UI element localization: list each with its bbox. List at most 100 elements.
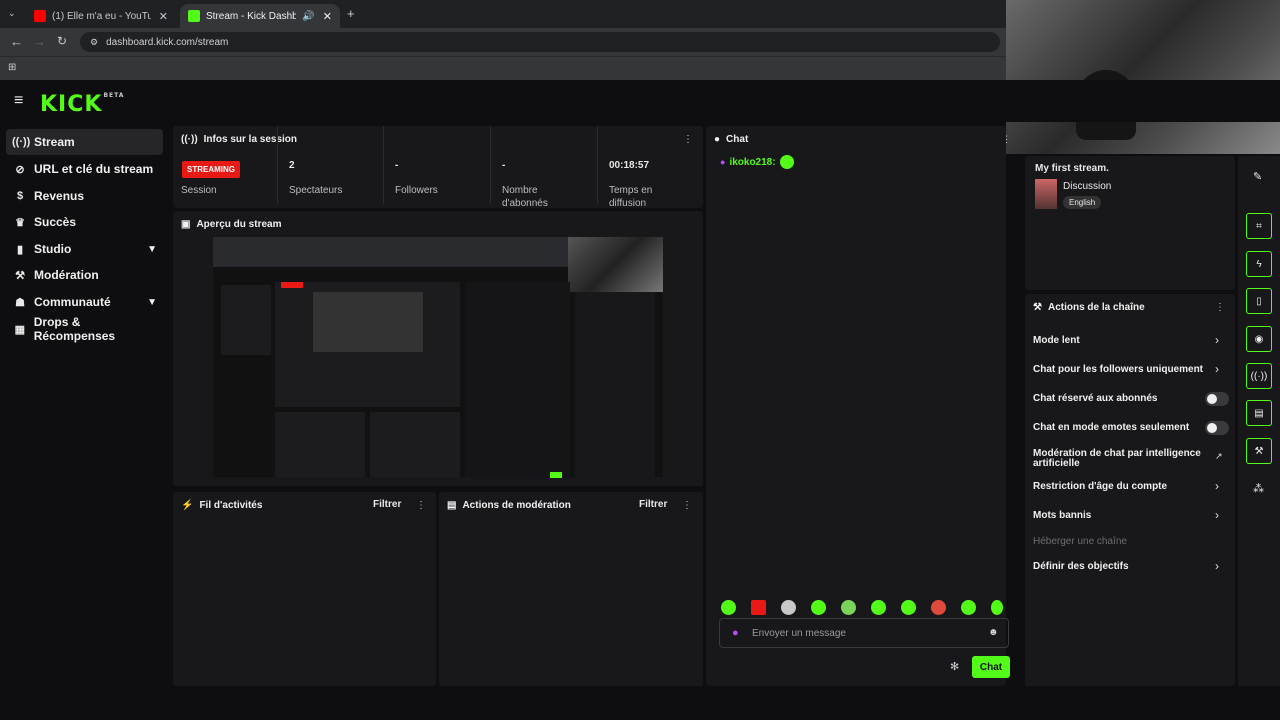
emote-icon[interactable]: [841, 600, 856, 615]
more-options-icon[interactable]: ⋮: [1215, 302, 1225, 313]
sidebar-item-stream[interactable]: ((·)) Stream: [6, 129, 163, 155]
emote-icon[interactable]: [811, 600, 826, 615]
site-info-icon[interactable]: ⚙: [90, 37, 98, 48]
sidebar-item-label: Revenus: [34, 189, 85, 203]
sidebar-item-succes[interactable]: ♛ Succès: [6, 209, 163, 235]
panel-header: ⚒ Actions de la chaîne: [1033, 302, 1145, 313]
studio-icon: ▮: [16, 243, 24, 256]
preview-chat: [465, 282, 570, 478]
sidebar-item-stream-url-key[interactable]: ⊘ URL et clé du stream: [6, 156, 163, 182]
emote-icon[interactable]: [931, 600, 946, 615]
address-bar[interactable]: ⚙ dashboard.kick.com/stream: [80, 32, 1000, 52]
document-icon[interactable]: ▯: [1246, 288, 1272, 314]
emoji-icon[interactable]: ☻: [988, 627, 999, 638]
chat-settings-icon[interactable]: ✻: [950, 660, 959, 673]
language-tag: English: [1063, 196, 1102, 209]
sidebar-item-drops[interactable]: ▦ Drops & Récompenses: [6, 315, 163, 343]
wrench-icon[interactable]: ⚒: [1246, 438, 1272, 464]
new-tab-icon[interactable]: +: [347, 6, 355, 21]
stream-title: My first stream.: [1035, 163, 1109, 174]
sidebar-item-communaute[interactable]: ☗ Communauté ▼: [6, 289, 163, 315]
emote-icon[interactable]: [781, 600, 796, 615]
chevron-right-icon[interactable]: ›: [1215, 479, 1219, 493]
filter-button[interactable]: Filtrer: [639, 499, 667, 510]
trophy-icon: ♛: [15, 216, 25, 229]
list-icon[interactable]: ▤: [1246, 400, 1272, 426]
stream-preview-video[interactable]: [213, 237, 663, 478]
preview-actions: [575, 292, 655, 477]
chat-send-button[interactable]: Chat: [972, 656, 1010, 678]
bookmarks-bar: ⊞: [0, 56, 1006, 80]
chevron-right-icon[interactable]: ›: [1215, 508, 1219, 522]
chevron-right-icon[interactable]: ›: [1215, 559, 1219, 573]
stat-value: -: [395, 160, 399, 171]
reload-icon[interactable]: ↻: [57, 34, 67, 48]
action-age-restriction[interactable]: Restriction d'âge du compte: [1033, 482, 1223, 492]
sidebar-item-studio[interactable]: ▮ Studio ▼: [6, 236, 163, 262]
edit-icon[interactable]: ✎: [1253, 170, 1262, 183]
sidebar-item-label: Succès: [34, 215, 77, 229]
chevron-down-icon: ▼: [147, 296, 157, 308]
action-slow-mode[interactable]: Mode lent: [1033, 336, 1223, 346]
beta-badge: BETA: [103, 92, 125, 99]
bolt-icon: ⚡: [181, 500, 194, 511]
emote-icon[interactable]: [871, 600, 886, 615]
dollar-icon: $: [16, 190, 24, 202]
youtube-icon: [34, 10, 46, 22]
kick-logo[interactable]: KICKBETA: [40, 92, 124, 117]
chat-input[interactable]: ● Envoyer un message ☻: [719, 618, 1009, 648]
category-thumbnail[interactable]: [1035, 179, 1057, 209]
stat-value: 00:18:57: [609, 160, 650, 171]
emote-icon[interactable]: [751, 600, 766, 615]
tab-youtube[interactable]: (1) Elle m'a eu - YouTube ✕: [26, 4, 176, 28]
apps-icon[interactable]: ⊞: [8, 62, 16, 73]
emote-icon[interactable]: [961, 600, 976, 615]
clip-icon[interactable]: ⌗: [1246, 213, 1272, 239]
stream-icon: ((·)): [12, 136, 31, 148]
back-icon[interactable]: ←: [10, 34, 23, 49]
tab-kick-dashboard[interactable]: Stream - Kick Dashboard 🔊 ✕: [180, 4, 340, 28]
close-icon[interactable]: ✕: [323, 10, 332, 23]
dashboard-topbar: [0, 80, 1280, 122]
logo-text: KICK: [40, 92, 103, 117]
stat-subscribers: - Nombre d'abonnés: [491, 126, 598, 209]
sidebar-item-moderation[interactable]: ⚒ Modération: [6, 262, 163, 288]
panel-header: ● Chat: [714, 134, 748, 145]
preview-sidebar: [221, 285, 271, 355]
action-emote-only: Chat en mode emotes seulement: [1033, 422, 1190, 433]
add-action-icon[interactable]: ⁂: [1253, 482, 1264, 495]
preview-chat-send: [550, 472, 562, 478]
emote-icon[interactable]: [721, 600, 736, 615]
action-followers-only[interactable]: Chat pour les followers uniquement: [1033, 365, 1223, 375]
chat-username[interactable]: ikoko218:: [729, 157, 775, 168]
more-options-icon[interactable]: ⋮: [682, 500, 692, 511]
action-set-goals[interactable]: Définir des objectifs: [1033, 562, 1223, 572]
external-link-icon[interactable]: ↗: [1215, 451, 1223, 462]
close-icon[interactable]: ✕: [159, 10, 168, 23]
speaker-icon[interactable]: 🔊: [302, 11, 314, 22]
filter-button[interactable]: Filtrer: [373, 499, 401, 510]
chat-bubble-icon[interactable]: ◉: [1246, 326, 1272, 352]
more-options-icon[interactable]: ⋮: [1002, 134, 1011, 145]
subscribers-only-toggle[interactable]: [1205, 392, 1229, 406]
more-options-icon[interactable]: ⋮: [416, 500, 426, 511]
menu-icon[interactable]: ≡: [14, 92, 23, 110]
sidebar-item-revenus[interactable]: $ Revenus: [6, 183, 163, 209]
emote-only-toggle[interactable]: [1205, 421, 1229, 435]
stream-category[interactable]: Discussion: [1063, 181, 1111, 192]
chevron-right-icon[interactable]: ›: [1215, 333, 1219, 347]
address-row: ← → ↻ ⚙ dashboard.kick.com/stream: [0, 28, 1006, 56]
tab-label: Stream - Kick Dashboard: [206, 10, 297, 22]
forward-icon[interactable]: →: [33, 34, 46, 49]
chevron-right-icon[interactable]: ›: [1215, 362, 1219, 376]
action-ai-moderation[interactable]: Modération de chat par intelligence arti…: [1033, 449, 1203, 469]
stat-label: Nombre d'abonnés: [502, 185, 548, 209]
sidebar-item-label: URL et clé du stream: [34, 162, 154, 176]
broadcast-icon[interactable]: ((·)): [1246, 363, 1272, 389]
emote-icon[interactable]: [991, 600, 1003, 615]
stat-uptime: 00:18:57 Temps en diffusion: [598, 126, 703, 209]
tab-search-icon[interactable]: ⌄: [8, 8, 16, 19]
emote-icon[interactable]: [901, 600, 916, 615]
action-banned-words[interactable]: Mots bannis: [1033, 511, 1223, 521]
bolt-icon[interactable]: ϟ: [1246, 251, 1272, 277]
